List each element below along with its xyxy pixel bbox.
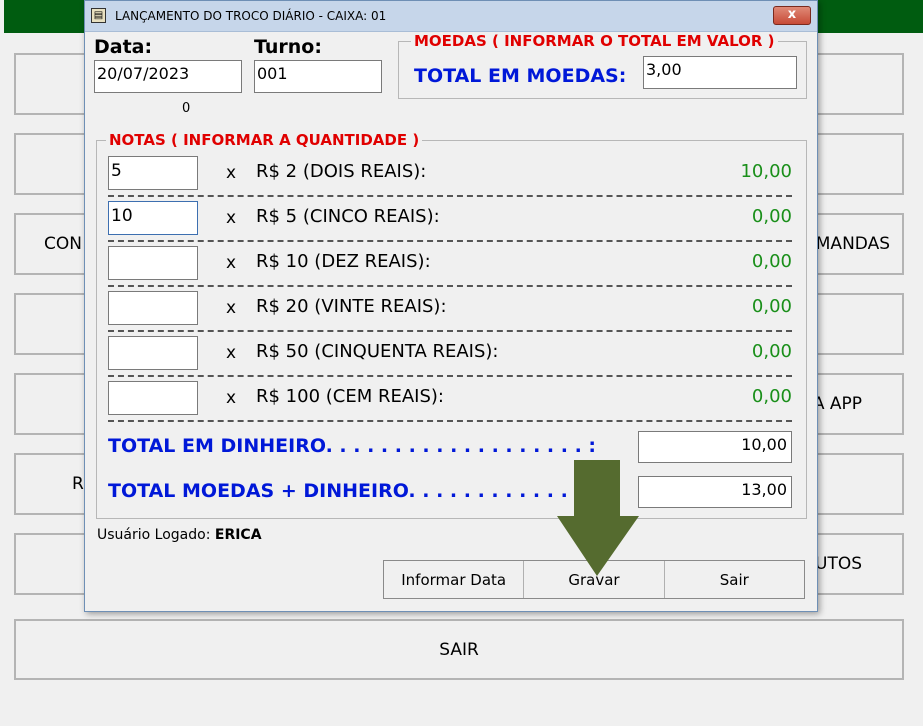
total-geral-field: 13,00 <box>638 476 792 508</box>
dialog-titlebar[interactable]: ▤ LANÇAMENTO DO TROCO DIÁRIO - CAIXA: 01… <box>85 1 817 32</box>
qty-input-10[interactable] <box>108 246 198 280</box>
user-label: Usuário Logado: <box>97 527 211 543</box>
note-row-2: 5 x R$ 2 (DOIS REAIS): 10,00 <box>108 156 792 201</box>
row-separator <box>108 195 792 197</box>
menu-button-utos-label: UTOS <box>815 554 862 574</box>
note-row-5: 10 x R$ 5 (CINCO REAIS): 0,00 <box>108 201 792 246</box>
notas-group-title: NOTAS ( INFORMAR A QUANTIDADE ) <box>106 131 423 149</box>
note-row-100: x R$ 100 (CEM REAIS): 0,00 <box>108 381 792 426</box>
user-name: ERICA <box>214 527 262 543</box>
multiply-sign: x <box>226 208 237 228</box>
counter-label: 0 <box>182 101 191 116</box>
row-separator <box>108 375 792 377</box>
menu-button-r-label: R <box>72 474 84 494</box>
row-separator <box>108 420 792 422</box>
informar-data-button[interactable]: Informar Data <box>384 561 525 598</box>
total-geral-label: TOTAL MOEDAS + DINHEIRO. . . . . . . . .… <box>108 480 583 502</box>
multiply-sign: x <box>226 163 237 183</box>
multiply-sign: x <box>226 343 237 363</box>
data-field[interactable]: 20/07/2023 <box>94 60 242 93</box>
multiply-sign: x <box>226 298 237 318</box>
sair-button[interactable]: Sair <box>665 561 804 598</box>
menu-button-mandas-label: MANDAS <box>815 234 890 254</box>
note-desc-100: R$ 100 (CEM REAIS): <box>256 386 444 407</box>
qty-input-50[interactable] <box>108 336 198 370</box>
multiply-sign: x <box>226 388 237 408</box>
row-separator <box>108 285 792 287</box>
menu-button-con-label: CON <box>44 234 82 254</box>
qty-input-20[interactable] <box>108 291 198 325</box>
note-value-10: 0,00 <box>751 251 792 272</box>
note-value-20: 0,00 <box>751 296 792 317</box>
row-separator <box>108 330 792 332</box>
note-desc-2: R$ 2 (DOIS REAIS): <box>256 161 427 182</box>
note-value-100: 0,00 <box>751 386 792 407</box>
multiply-sign: x <box>226 253 237 273</box>
note-row-10: x R$ 10 (DEZ REAIS): 0,00 <box>108 246 792 291</box>
qty-input-100[interactable] <box>108 381 198 415</box>
note-value-5: 0,00 <box>751 206 792 227</box>
close-icon[interactable]: x <box>773 6 811 25</box>
data-label: Data: <box>94 36 153 58</box>
moedas-group-title: MOEDAS ( INFORMAR O TOTAL EM VALOR ) <box>411 32 778 50</box>
note-row-50: x R$ 50 (CINQUENTA REAIS): 0,00 <box>108 336 792 381</box>
note-desc-20: R$ 20 (VINTE REAIS): <box>256 296 447 317</box>
turno-label: Turno: <box>254 36 322 58</box>
dialog-title: LANÇAMENTO DO TROCO DIÁRIO - CAIXA: 01 <box>115 9 387 23</box>
note-value-50: 0,00 <box>751 341 792 362</box>
app-icon: ▤ <box>91 8 106 23</box>
qty-input-2[interactable]: 5 <box>108 156 198 190</box>
note-row-20: x R$ 20 (VINTE REAIS): 0,00 <box>108 291 792 336</box>
logged-user: Usuário Logado: ERICA <box>97 527 262 543</box>
note-desc-50: R$ 50 (CINQUENTA REAIS): <box>256 341 499 362</box>
total-dinheiro-field: 10,00 <box>638 431 792 463</box>
turno-field[interactable]: 001 <box>254 60 382 93</box>
total-dinheiro-label: TOTAL EM DINHEIRO. . . . . . . . . . . .… <box>108 435 596 457</box>
row-separator <box>108 240 792 242</box>
note-desc-10: R$ 10 (DEZ REAIS): <box>256 251 431 272</box>
menu-button-app-label: A APP <box>812 394 862 414</box>
sair-main-button[interactable]: SAIR <box>14 619 904 680</box>
sair-main-label: SAIR <box>439 639 479 660</box>
total-moedas-label: TOTAL EM MOEDAS: <box>414 65 627 87</box>
note-desc-5: R$ 5 (CINCO REAIS): <box>256 206 440 227</box>
total-moedas-field[interactable]: 3,00 <box>643 56 797 89</box>
note-value-2: 10,00 <box>740 161 792 182</box>
down-arrow-icon <box>557 460 639 576</box>
qty-input-5[interactable]: 10 <box>108 201 198 235</box>
